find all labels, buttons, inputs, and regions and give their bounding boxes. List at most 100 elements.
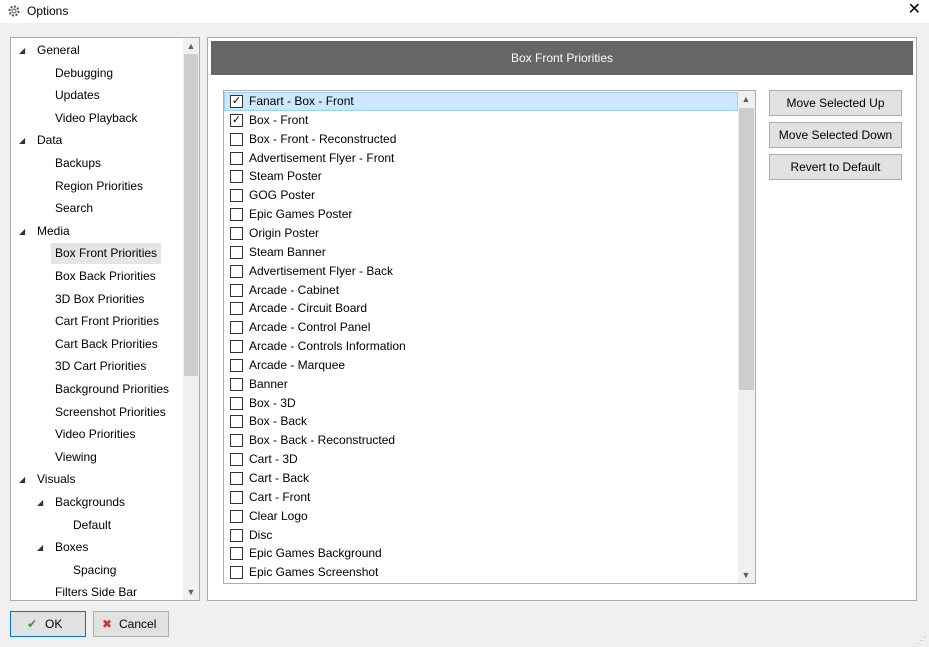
list-item[interactable]: Box - Back - Reconstructed xyxy=(224,431,738,450)
tree-item[interactable]: Screenshot Priorities xyxy=(55,402,166,423)
checkbox[interactable] xyxy=(230,415,243,429)
list-item[interactable]: Steam Banner xyxy=(224,243,738,262)
checkbox[interactable] xyxy=(230,358,243,372)
list-item[interactable]: Epic Games Background xyxy=(224,544,738,563)
scroll-down-icon[interactable]: ▼ xyxy=(738,567,754,583)
tree-item[interactable]: Viewing xyxy=(55,447,97,468)
list-item[interactable]: Arcade - Controls Information xyxy=(224,337,738,356)
list-item[interactable]: Arcade - Control Panel xyxy=(224,318,738,337)
tree-item[interactable]: Boxes xyxy=(55,537,88,558)
tree-item[interactable]: Box Front Priorities xyxy=(51,243,162,265)
list-item[interactable]: Origin Poster xyxy=(224,224,738,243)
scroll-up-icon[interactable]: ▲ xyxy=(183,38,199,54)
expand-arrow-icon[interactable]: ◢ xyxy=(19,475,25,484)
tree-item[interactable]: Box Back Priorities xyxy=(55,266,156,287)
list-item[interactable]: Cart - 3D xyxy=(224,450,738,469)
checkbox[interactable] xyxy=(230,264,243,278)
checkbox[interactable] xyxy=(230,340,243,354)
tree-item[interactable]: 3D Cart Priorities xyxy=(55,356,146,377)
ok-button[interactable]: ✔ OK xyxy=(10,611,86,637)
tree-scroll-thumb[interactable] xyxy=(184,54,198,376)
checkbox[interactable] xyxy=(230,302,243,316)
tree-item[interactable]: Background Priorities xyxy=(55,379,169,400)
settings-tree[interactable]: ◢ General Debugging Updates Video Playback ◢ D… xyxy=(10,37,200,601)
checkbox[interactable] xyxy=(230,528,243,542)
checkbox[interactable] xyxy=(230,208,243,222)
cancel-button[interactable]: ✖ Cancel xyxy=(93,611,169,637)
tree-item[interactable]: Default xyxy=(73,515,111,536)
tree-item[interactable]: Video Playback xyxy=(55,108,138,129)
tree-item[interactable]: Data xyxy=(37,130,62,151)
resize-grip-icon[interactable]: ⋰ xyxy=(917,635,927,645)
checkbox[interactable] xyxy=(230,151,243,165)
list-item[interactable]: GOG Poster xyxy=(224,186,738,205)
list-item[interactable]: Advertisement Flyer - Front xyxy=(224,149,738,168)
list-item[interactable]: Banner xyxy=(224,375,738,394)
checkbox[interactable] xyxy=(230,547,243,561)
close-icon[interactable]: ✕ xyxy=(908,1,921,19)
list-item[interactable]: Cart - Front xyxy=(224,488,738,507)
list-item[interactable]: Advertisement Flyer - Back xyxy=(224,262,738,281)
checkbox[interactable] xyxy=(230,132,243,146)
list-scrollbar[interactable]: ▲ ▼ xyxy=(738,91,755,583)
revert-to-default-button[interactable]: Revert to Default xyxy=(769,154,902,180)
tree-item[interactable]: Search xyxy=(55,198,93,219)
list-item[interactable]: Clear Logo xyxy=(224,507,738,526)
tree-item[interactable]: Backups xyxy=(55,153,101,174)
expand-arrow-icon[interactable]: ◢ xyxy=(19,136,25,145)
list-item[interactable]: Epic Games Poster xyxy=(224,205,738,224)
tree-item[interactable]: Debugging xyxy=(55,63,113,84)
expand-arrow-icon[interactable]: ◢ xyxy=(37,498,43,507)
checkbox[interactable] xyxy=(230,245,243,259)
tree-item[interactable]: General xyxy=(37,40,80,61)
tree-item[interactable]: Video Priorities xyxy=(55,424,135,445)
list-scroll-thumb[interactable] xyxy=(739,108,754,390)
list-item[interactable]: Disc xyxy=(224,526,738,545)
checkbox[interactable] xyxy=(230,283,243,297)
list-item[interactable]: Arcade - Circuit Board xyxy=(224,299,738,318)
list-item[interactable]: Cart - Back xyxy=(224,469,738,488)
scroll-up-icon[interactable]: ▲ xyxy=(738,91,754,107)
checkbox[interactable]: ✓ xyxy=(230,95,243,108)
scroll-down-icon[interactable]: ▼ xyxy=(183,584,199,600)
checkbox[interactable] xyxy=(230,321,243,335)
checkbox[interactable] xyxy=(230,226,243,240)
tree-item[interactable]: Media xyxy=(37,221,70,242)
checkbox[interactable] xyxy=(230,434,243,448)
expand-arrow-icon[interactable]: ◢ xyxy=(37,543,43,552)
checkbox[interactable] xyxy=(230,170,243,184)
checkbox[interactable] xyxy=(230,189,243,203)
tree-item[interactable]: Region Priorities xyxy=(55,176,143,197)
checkbox[interactable] xyxy=(230,453,243,467)
checkbox[interactable] xyxy=(230,509,243,523)
list-item[interactable]: Arcade - Cabinet xyxy=(224,281,738,300)
list-item[interactable]: Box - Back xyxy=(224,412,738,431)
checkbox[interactable] xyxy=(230,396,243,410)
checkbox[interactable] xyxy=(230,566,243,580)
checkbox[interactable] xyxy=(230,490,243,504)
list-item[interactable]: ✓ Fanart - Box - Front xyxy=(224,92,738,111)
tree-item[interactable]: 3D Box Priorities xyxy=(55,289,144,310)
priority-list[interactable]: ✓ Fanart - Box - Front ✓ Box - Front Box - F… xyxy=(223,90,756,584)
list-item[interactable]: Box - 3D xyxy=(224,394,738,413)
checkbox[interactable] xyxy=(230,377,243,391)
list-item[interactable]: Steam Poster xyxy=(224,167,738,186)
tree-scrollbar[interactable]: ▲ ▼ xyxy=(183,38,199,600)
list-item[interactable]: Box - Front - Reconstructed xyxy=(224,130,738,149)
move-selected-down-button[interactable]: Move Selected Down xyxy=(769,122,902,148)
list-item[interactable]: ✓ Box - Front xyxy=(224,111,738,130)
tree-item[interactable]: Filters Side Bar xyxy=(55,582,137,600)
expand-arrow-icon[interactable]: ◢ xyxy=(19,227,25,236)
checkbox[interactable]: ✓ xyxy=(230,113,243,127)
checkbox[interactable] xyxy=(230,472,243,485)
tree-item[interactable]: Backgrounds xyxy=(55,492,125,513)
tree-item[interactable]: Visuals xyxy=(37,469,75,490)
expand-arrow-icon[interactable]: ◢ xyxy=(19,46,25,55)
list-item[interactable]: Epic Games Screenshot xyxy=(224,563,738,582)
tree-item[interactable]: Cart Front Priorities xyxy=(55,311,159,332)
tree-item[interactable]: Spacing xyxy=(73,560,116,581)
list-item[interactable]: Arcade - Marquee xyxy=(224,356,738,375)
tree-item[interactable]: Cart Back Priorities xyxy=(55,334,158,355)
tree-item[interactable]: Updates xyxy=(55,85,100,106)
move-selected-up-button[interactable]: Move Selected Up xyxy=(769,90,902,116)
